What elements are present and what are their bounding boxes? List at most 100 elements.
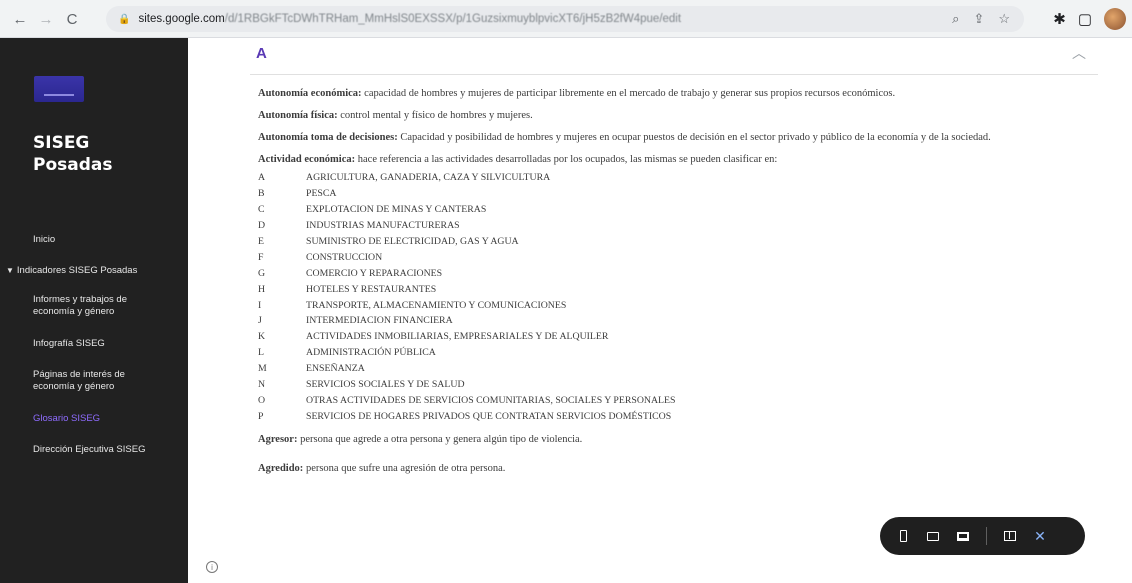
lock-icon: 🔒 xyxy=(118,13,131,25)
list-item: A AGRICULTURA, GANADERIA, CAZA Y SILVICUL… xyxy=(258,170,1096,186)
activity-name: ENSEÑANZA xyxy=(306,363,365,375)
divider xyxy=(250,74,1098,75)
reload-icon[interactable]: C xyxy=(60,7,84,31)
activity-name: EXPLOTACION DE MINAS Y CANTERAS xyxy=(306,204,487,216)
glossary-definition: capacidad de hombres y mujeres de partic… xyxy=(361,88,896,99)
close-icon[interactable]: ✕ xyxy=(1033,528,1047,544)
browser-toolbar: ← → C 🔒 sites.google.com /d/1RBGkFTcDWhT… xyxy=(0,0,1132,38)
glossary-entry: Autonomía toma de decisiones: Capacidad … xyxy=(258,130,1096,145)
url-path: /d/1RBGkFTcDWhTRHam_MmHslS0EXSSX/p/1Guzs… xyxy=(224,13,682,25)
activity-code: K xyxy=(258,331,266,343)
sidebar-item-inicio[interactable]: Inicio xyxy=(0,234,69,246)
sidebar-item-indicadores[interactable]: ▼ Indicadores SISEG Posadas xyxy=(0,265,151,277)
tablet-preview-icon[interactable] xyxy=(926,529,940,543)
site-logo[interactable] xyxy=(34,76,84,102)
zoom-icon[interactable]: ⌕ xyxy=(952,11,959,27)
activity-code: C xyxy=(258,204,265,216)
activity-code: B xyxy=(258,188,265,200)
activity-name: ACTIVIDADES INMOBILIARIAS, EMPRESARIALES… xyxy=(306,331,609,343)
glossary-term: Autonomía toma de decisiones: xyxy=(258,132,398,143)
list-item: N SERVICIOS SOCIALES Y DE SALUD xyxy=(258,377,1096,393)
activity-code: H xyxy=(258,283,266,295)
glossary-term: Agredido: xyxy=(258,463,304,475)
glossary-definition: hace referencia a las actividades desarr… xyxy=(355,154,778,165)
glossary-term: Agresor: xyxy=(258,434,298,446)
main-content: A ︿ Autonomía económica: capacidad de ho… xyxy=(188,38,1132,583)
activity-code: G xyxy=(258,267,266,279)
list-item: M ENSEÑANZA xyxy=(258,361,1096,377)
sidebar-item-direccion[interactable]: Dirección Ejecutiva SISEG xyxy=(0,444,159,456)
activity-code: I xyxy=(258,299,262,311)
glossary-definition: Capacidad y posibilidad de hombres y muj… xyxy=(397,132,991,143)
activity-name: HOTELES Y RESTAURANTES xyxy=(306,283,437,295)
laptop-preview-icon[interactable] xyxy=(956,529,970,543)
activity-name: INTERMEDIACION FINANCIERA xyxy=(306,315,453,327)
preview-device-toolbar: ✕ xyxy=(880,517,1085,555)
activity-code: A xyxy=(258,172,266,184)
avatar[interactable] xyxy=(1104,8,1126,30)
activity-code: L xyxy=(258,347,264,359)
chevron-up-icon[interactable]: ︿ xyxy=(1072,43,1086,63)
activity-name: PESCA xyxy=(306,188,337,200)
list-item: I TRANSPORTE, ALMACENAMIENTO Y COMUNICACI… xyxy=(258,297,1096,313)
list-item: L ADMINISTRACIÓN PÚBLICA xyxy=(258,345,1096,361)
phone-preview-icon[interactable] xyxy=(896,529,910,543)
glossary-term: Autonomía económica: xyxy=(258,88,362,99)
sidebar-item-label: Indicadores SISEG Posadas xyxy=(16,265,138,276)
glossary-term: Actividad económica: xyxy=(258,154,356,165)
sidebar-item-infografia[interactable]: Infografía SISEG xyxy=(0,338,119,350)
share-icon[interactable]: ⇪ xyxy=(973,11,984,27)
activity-list: A AGRICULTURA, GANADERIA, CAZA Y SILVICUL… xyxy=(258,170,1096,424)
glossary-entry: Agredido: persona que sufre una agresión… xyxy=(258,461,1096,476)
list-item: E SUMINISTRO DE ELECTRICIDAD, GAS Y AGUA xyxy=(258,234,1096,250)
forward-icon[interactable]: → xyxy=(34,7,58,31)
list-item: D INDUSTRIAS MANUFACTURERAS xyxy=(258,218,1096,234)
list-item: P SERVICIOS DE HOGARES PRIVADOS QUE CONTR… xyxy=(258,408,1096,424)
activity-code: P xyxy=(258,410,264,422)
activity-name: OTRAS ACTIVIDADES DE SERVICIOS COMUNITAR… xyxy=(306,394,676,406)
sidebar-item-paginas[interactable]: Páginas de interés de economía y género xyxy=(0,369,148,393)
list-item: G COMERCIO Y REPARACIONES xyxy=(258,265,1096,281)
glossary-definition: persona que sufre una agresión de otra p… xyxy=(303,463,506,475)
list-item: C EXPLOTACION DE MINAS Y CANTERAS xyxy=(258,202,1096,218)
glossary-term: Autonomía física: xyxy=(258,110,338,121)
side-panel-icon[interactable]: ▢ xyxy=(1078,10,1092,28)
bookmark-star-icon[interactable]: ☆ xyxy=(998,11,1010,27)
sidebar-item-informes[interactable]: Informes y trabajos de economía y género xyxy=(0,294,150,318)
toolbar-divider xyxy=(986,527,987,545)
extensions-puzzle-icon[interactable]: ✱ xyxy=(1053,10,1066,28)
address-bar[interactable]: 🔒 sites.google.com /d/1RBGkFTcDWhTRHam_M… xyxy=(106,6,1024,32)
glossary-entry: Agresor: persona que agrede a otra perso… xyxy=(258,432,1096,447)
site-sidebar: SISEG Posadas Inicio ▼ Indicadores SISEG … xyxy=(0,38,188,583)
activity-name: COMERCIO Y REPARACIONES xyxy=(306,267,443,279)
url-domain: sites.google.com xyxy=(138,13,225,25)
sidebar-item-glosario[interactable]: Glosario SISEG xyxy=(0,413,114,425)
activity-code: E xyxy=(258,236,264,247)
activity-name: AGRICULTURA, GANADERIA, CAZA Y SILVICULT… xyxy=(306,172,551,184)
list-item: H HOTELES Y RESTAURANTES xyxy=(258,281,1096,297)
activity-name: CONSTRUCCION xyxy=(306,251,383,263)
open-new-tab-icon[interactable] xyxy=(1003,529,1017,543)
activity-code: O xyxy=(258,394,266,406)
activity-name: ADMINISTRACIÓN PÚBLICA xyxy=(306,347,436,359)
activity-name: SERVICIOS DE HOGARES PRIVADOS QUE CONTRA… xyxy=(306,410,672,422)
glossary-definition: control mental y físico de hombres y muj… xyxy=(337,110,533,121)
list-item: J INTERMEDIACION FINANCIERA xyxy=(258,313,1096,329)
glossary-text: Autonomía económica: capacidad de hombre… xyxy=(258,86,1096,483)
list-item: K ACTIVIDADES INMOBILIARIAS, EMPRESARIALE… xyxy=(258,329,1096,345)
glossary-entry: Autonomía económica: capacidad de hombre… xyxy=(258,86,1096,101)
list-item: F CONSTRUCCION xyxy=(258,249,1096,265)
glossary-definition: persona que agrede a otra persona y gene… xyxy=(297,434,583,446)
site-title[interactable]: SISEG Posadas xyxy=(33,132,173,176)
activity-name: INDUSTRIAS MANUFACTURERAS xyxy=(306,220,460,232)
glossary-entry: Actividad económica: hace referencia a l… xyxy=(258,152,1096,167)
activity-name: TRANSPORTE, ALMACENAMIENTO Y COMUNICACIO… xyxy=(306,299,567,311)
activity-code: D xyxy=(258,220,266,232)
activity-name: SUMINISTRO DE ELECTRICIDAD, GAS Y AGUA xyxy=(306,236,519,247)
chevron-down-icon[interactable]: ▼ xyxy=(6,266,14,275)
list-item: B PESCA xyxy=(258,186,1096,202)
activity-code: N xyxy=(258,379,266,391)
activity-code: F xyxy=(258,251,264,263)
back-icon[interactable]: ← xyxy=(8,7,32,31)
list-item: O OTRAS ACTIVIDADES DE SERVICIOS COMUNITA… xyxy=(258,392,1096,408)
